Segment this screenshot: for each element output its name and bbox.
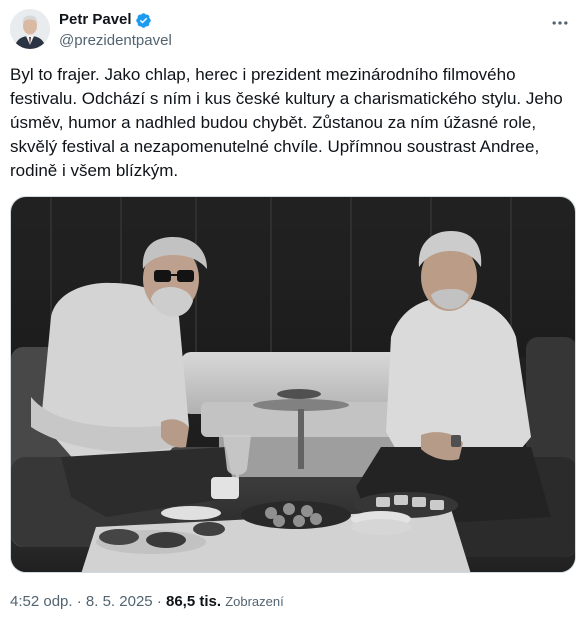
avatar[interactable] (10, 9, 50, 49)
more-horizontal-icon (552, 21, 568, 25)
meta-separator-2: · (156, 593, 162, 610)
views-label: Zobrazení (225, 594, 284, 609)
author-name-row[interactable]: Petr Pavel (59, 11, 152, 29)
views-count: 86,5 tis. (165, 593, 222, 610)
avatar-image (10, 9, 50, 49)
meta-separator: · (76, 593, 82, 610)
tweet-meta: 4:52 odp. · 8. 5. 2025 · 86,5 tis. Zobra… (10, 592, 284, 612)
tweet-timestamp-link[interactable]: 4:52 odp. · 8. 5. 2025 (10, 593, 153, 610)
tweet-text: Byl to frajer. Jako chlap, herec i prezi… (10, 65, 563, 180)
verified-badge-icon (135, 12, 152, 29)
tweet-header: Petr Pavel @prezidentpavel (10, 9, 578, 53)
tweet-photo[interactable] (10, 196, 576, 573)
display-name[interactable]: Petr Pavel (59, 11, 132, 29)
author-handle[interactable]: @prezidentpavel (59, 32, 172, 50)
tweet-date: 8. 5. 2025 (85, 593, 153, 610)
photo-image (11, 197, 575, 572)
more-options-button[interactable] (546, 9, 574, 37)
tweet-time: 4:52 odp. (10, 593, 73, 610)
